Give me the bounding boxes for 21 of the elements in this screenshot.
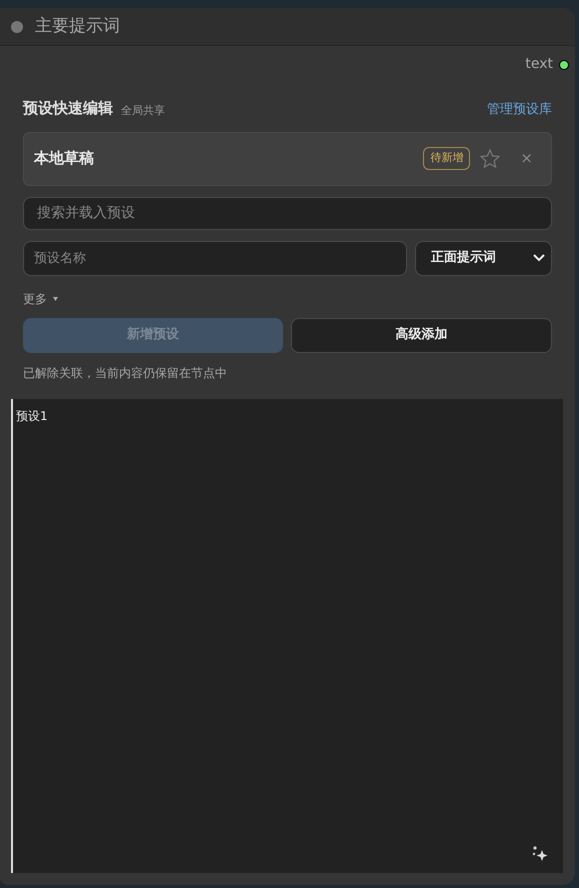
editor-subtitle: 全局共享 xyxy=(121,103,165,119)
sparkle-icon[interactable] xyxy=(531,845,549,863)
textarea-text: 预设1 xyxy=(16,408,48,422)
caret-icon xyxy=(53,296,58,300)
star-icon[interactable] xyxy=(480,149,500,168)
editor-title: 预设快速编辑 xyxy=(23,98,113,119)
search-field[interactable]: 搜索并载入预设 xyxy=(23,196,552,230)
chevron-down-icon xyxy=(533,254,545,262)
close-button[interactable]: × xyxy=(520,147,533,170)
manage-library-link[interactable]: 管理预设库 xyxy=(487,100,552,120)
preset-name-field[interactable]: 预设名称 xyxy=(23,240,407,276)
prompt-type-select[interactable]: 正面提示词 xyxy=(415,240,552,276)
output-slot-icon[interactable] xyxy=(559,60,569,70)
more-toggle[interactable]: 更多 xyxy=(23,290,58,308)
status-message: 已解除关联，当前内容仍保留在节点中 xyxy=(23,364,228,382)
status-badge: 待新增 xyxy=(423,147,470,170)
preset-name: 本地草稿 xyxy=(34,148,95,170)
output-label: text xyxy=(525,55,553,74)
advanced-add-button[interactable]: 高级添加 xyxy=(290,318,552,352)
node-title: 主要提示词 xyxy=(35,14,120,38)
prompt-textarea[interactable]: 预设1 xyxy=(11,398,563,873)
